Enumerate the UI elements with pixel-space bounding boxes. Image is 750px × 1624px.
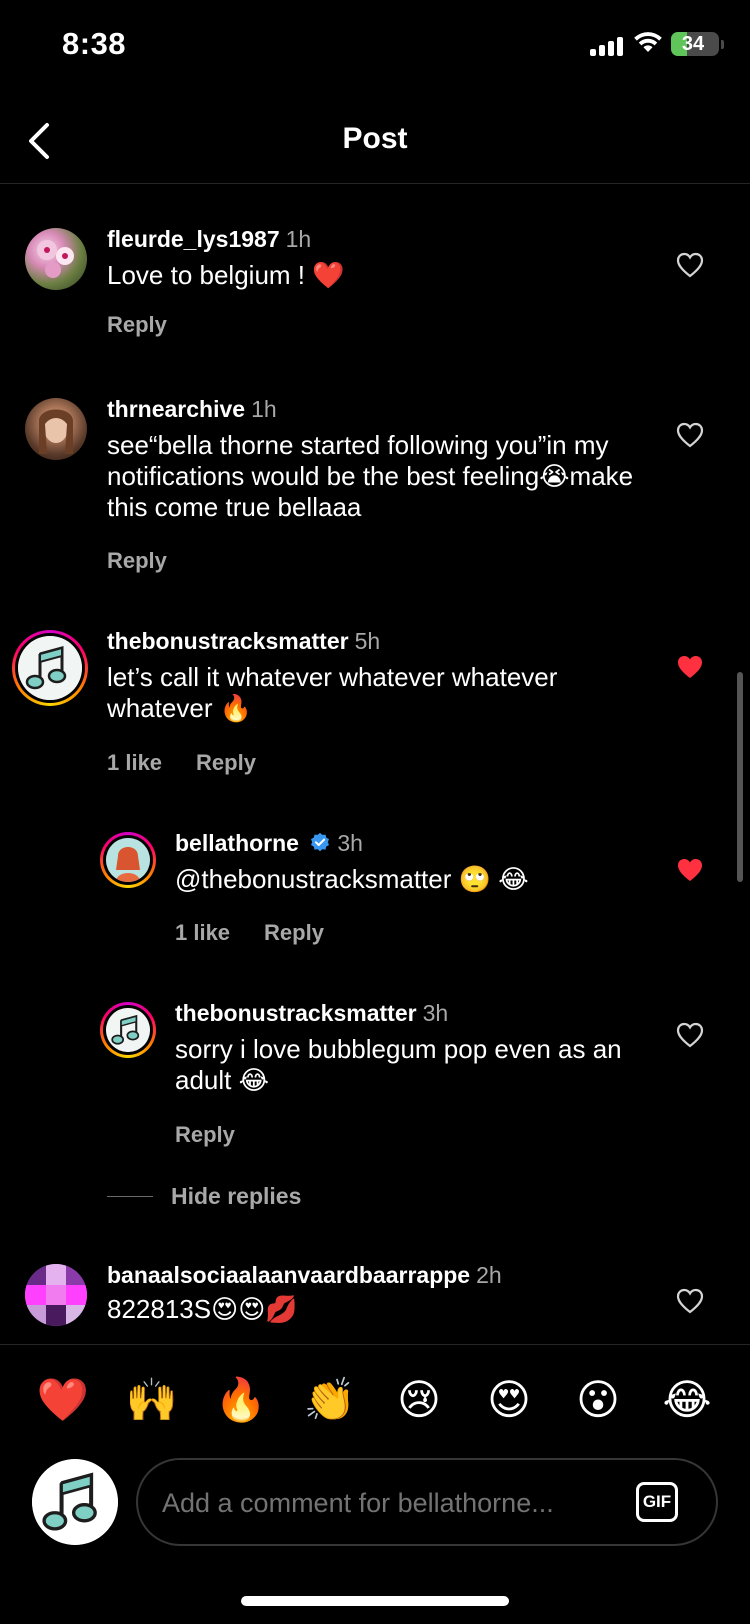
comment-actions: Reply [107,548,201,574]
heart-outline-icon[interactable] [676,1022,704,1048]
comment-input[interactable] [162,1480,602,1526]
comment-text: 822813S😍😍💋 [107,1294,298,1324]
avatar[interactable] [25,1264,87,1326]
pixel-avatar-art [25,1264,87,1326]
comment-item: thebonustracksmatter 5h let’s call it wha… [0,628,750,780]
comment-actions: Reply [175,1122,269,1148]
comment-meta: thrnearchive 1h [107,396,277,423]
status-time: 8:38 [62,26,127,61]
hide-replies-line [107,1196,153,1197]
comment-actions: Reply [107,312,201,338]
battery-level: 34 [681,33,705,55]
comment-time: 3h [337,830,363,856]
comment-actions: 1 like Reply [175,920,358,946]
music-note-avatar-art [18,636,82,700]
reply-button[interactable]: Reply [107,312,167,337]
reply-button[interactable]: Reply [196,750,256,775]
comment-item: banaalsociaalaanvaardbaarrappe 2h 822813S… [0,1262,750,1342]
home-indicator [241,1596,509,1606]
portrait-avatar-art [39,409,73,454]
gif-button[interactable]: GIF [636,1482,678,1522]
scrollbar[interactable] [737,672,743,882]
like-count[interactable]: 1 like [175,920,230,945]
comment-username[interactable]: thebonustracksmatter [175,1000,417,1026]
comment-username[interactable]: thebonustracksmatter [107,628,349,654]
like-count[interactable]: 1 like [107,750,162,775]
reply-button[interactable]: Reply [264,920,324,945]
nav-bar: Post [0,100,750,184]
emoji-heart-eyes-button[interactable]: 😍 [481,1372,537,1428]
emoji-surprised-button[interactable]: 😮 [570,1372,626,1428]
flower-avatar-art [37,240,74,278]
signal-icon [590,36,626,56]
comment-text: see“bella thorne started following you”i… [107,430,634,522]
battery-icon: 34 [671,32,719,56]
heart-filled-icon[interactable] [676,857,704,883]
heart-outline-icon[interactable] [676,252,704,278]
comment-username[interactable]: fleurde_lys1987 [107,226,280,252]
emoji-laughing-button[interactable]: 😂 [659,1372,715,1428]
avatar-story-ring[interactable] [12,630,88,706]
reply-button[interactable]: Reply [175,1122,235,1147]
heart-filled-icon[interactable] [676,654,704,680]
emoji-clap-button[interactable]: 👏 [302,1372,358,1428]
comment-actions: 1 like Reply [107,750,290,776]
avatar[interactable] [25,228,87,290]
comment-meta: thebonustracksmatter 5h [107,628,380,655]
comment-meta: thebonustracksmatter 3h [175,1000,448,1027]
reply-item: bellathorne 3h @thebonustracksmatter 🙄 😂… [0,830,750,962]
comment-text: let’s call it whatever whatever whatever… [107,662,558,723]
comment-time: 2h [476,1262,502,1288]
reply-button[interactable]: Reply [107,548,167,573]
comment-meta: bellathorne 3h [175,830,363,857]
verified-badge-icon [311,832,330,852]
avatar-story-ring[interactable] [100,1002,156,1058]
comment-composer: GIF [136,1458,718,1546]
comment-item: thrnearchive 1h see“bella thorne started … [0,396,750,576]
heart-outline-icon[interactable] [676,1288,704,1314]
emoji-raised-hands-button[interactable]: 🙌 [124,1372,180,1428]
portrait-avatar-art [106,838,150,882]
emoji-heart-button[interactable]: ❤️ [35,1372,91,1428]
music-note-avatar-art [106,1008,150,1052]
wifi-icon [634,32,662,52]
comment-text: Love to belgium ! ❤️ [107,260,345,290]
page-title: Post [342,122,408,155]
comment-username[interactable]: thrnearchive [107,396,245,422]
music-note-avatar-art [32,1459,118,1545]
status-bar: 8:38 34 [0,0,750,90]
comment-time: 1h [285,226,312,252]
comment-item: fleurde_lys1987 1h Love to belgium ! ❤️ R… [0,226,750,346]
reply-item: thebonustracksmatter 3h sorry i love bubb… [0,1000,750,1152]
comment-text: sorry i love bubblegum pop even as an ad… [175,1034,622,1095]
emoji-fire-button[interactable]: 🔥 [213,1372,269,1428]
comment-username[interactable]: banaalsociaalaanvaardbaarrappe [107,1262,470,1288]
hide-replies-label: Hide replies [171,1183,302,1209]
hide-replies-button[interactable]: Hide replies [107,1183,301,1210]
comment-time: 1h [251,396,277,422]
comment-meta: fleurde_lys1987 1h [107,226,311,253]
comment-time: 3h [422,1000,449,1026]
avatar[interactable] [25,398,87,460]
emoji-crying-button[interactable]: 😢 [391,1372,447,1428]
composer-avatar [32,1459,118,1545]
comment-time: 5h [354,628,381,654]
emoji-bar-divider [0,1344,750,1345]
comment-meta: banaalsociaalaanvaardbaarrappe 2h [107,1262,502,1289]
battery-cap [721,40,724,49]
quick-emoji-bar: ❤️ 🙌 🔥 👏 😢 😍 😮 😂 [0,1372,750,1432]
comment-text: @thebonustracksmatter 🙄 😂 [175,864,529,894]
heart-outline-icon[interactable] [676,422,704,448]
comment-username[interactable]: bellathorne [175,830,299,856]
avatar-story-ring[interactable] [100,832,156,888]
